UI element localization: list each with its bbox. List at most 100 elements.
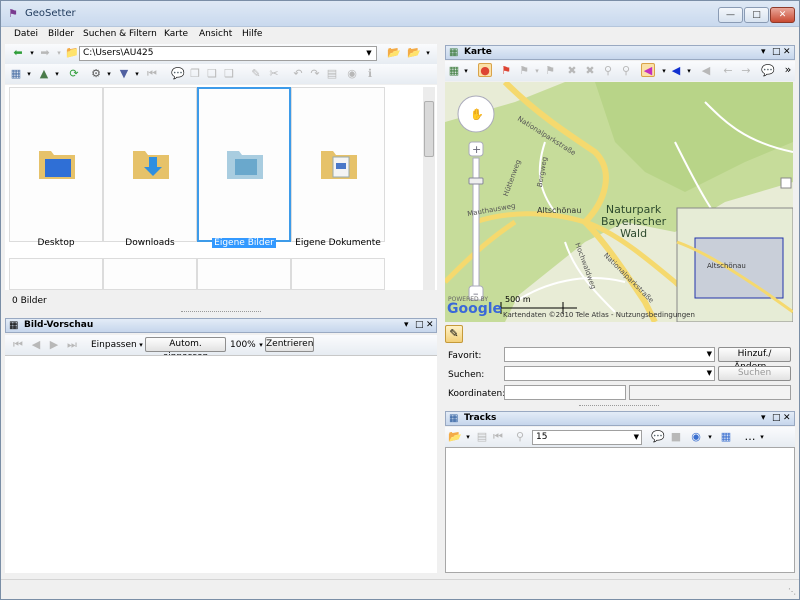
menu-bilder[interactable]: Bilder xyxy=(48,29,74,39)
folder-up-icon[interactable]: 📁 xyxy=(65,46,79,60)
float-panel-icon[interactable]: □ xyxy=(772,412,781,425)
delete-all-markers-icon[interactable]: ✖ xyxy=(583,64,597,78)
set-position-dropdown-icon[interactable]: ▾ xyxy=(530,64,544,78)
folder-tile-empty[interactable] xyxy=(291,258,385,290)
pin-dropdown-icon[interactable]: ▾ xyxy=(761,412,766,425)
coordinates-field[interactable] xyxy=(504,385,626,400)
map-copyright[interactable]: Kartendaten ©2010 Tele Atlas - Nutzungsb… xyxy=(503,311,695,319)
zoom-fit-icon[interactable]: ⚲ xyxy=(619,64,633,78)
folder-tile-downloads[interactable] xyxy=(103,87,197,242)
menu-karte[interactable]: Karte xyxy=(164,29,188,39)
redo-icon[interactable]: ↷ xyxy=(308,67,322,81)
map-type-dropdown-icon[interactable]: ▾ xyxy=(459,64,473,78)
track-more-dropdown-icon[interactable]: ▾ xyxy=(755,430,769,444)
chevron-down-icon[interactable]: ▼ xyxy=(707,367,712,380)
view-mode-icon[interactable]: ▦ xyxy=(9,67,23,81)
close-panel-icon[interactable]: ✕ xyxy=(783,46,791,59)
vertical-scrollbar[interactable] xyxy=(423,87,435,290)
pin-dropdown-icon[interactable]: ▾ xyxy=(761,46,766,59)
comment-icon[interactable]: 💬 xyxy=(171,67,185,81)
folder-tile-desktop[interactable] xyxy=(9,87,103,242)
sort-icon[interactable]: ▲ xyxy=(37,67,51,81)
zoom-to-marker-icon[interactable]: ⚲ xyxy=(601,64,615,78)
folder-tile-eigene-bilder[interactable] xyxy=(197,87,291,242)
edit-icon[interactable]: ✎ xyxy=(249,67,263,81)
delete-marker-icon[interactable]: ✖ xyxy=(565,64,579,78)
skip-icon[interactable]: ⏮ xyxy=(145,67,159,81)
back-icon[interactable]: ⬅ xyxy=(11,46,25,60)
set-all-positions-icon[interactable]: ⚑ xyxy=(517,64,531,78)
filter-icon[interactable]: ▼ xyxy=(117,67,131,81)
folder-tile-empty[interactable] xyxy=(197,258,291,290)
menu-hilfe[interactable]: Hilfe xyxy=(242,29,262,39)
last-image-icon[interactable]: ⏭ xyxy=(65,338,79,352)
close-button[interactable]: ✕ xyxy=(770,7,795,23)
chevron-down-icon[interactable]: ▼ xyxy=(634,431,639,444)
folder-tile-empty[interactable] xyxy=(9,258,103,290)
track-skip-icon[interactable]: ⏮ xyxy=(491,430,505,444)
chevron-down-icon[interactable]: ▼ xyxy=(363,47,375,60)
close-panel-icon[interactable]: ✕ xyxy=(783,412,791,425)
zoom-slider-thumb[interactable] xyxy=(468,177,484,185)
chevron-down-icon[interactable]: ▼ xyxy=(707,348,712,361)
track-color-icon[interactable]: ◉ xyxy=(689,430,703,444)
float-panel-icon[interactable]: □ xyxy=(415,319,424,332)
menu-datei[interactable]: Datei xyxy=(14,29,38,39)
cut-icon[interactable]: ✂ xyxy=(267,67,281,81)
copy-icon[interactable]: ❐ xyxy=(188,67,202,81)
resize-grip-icon[interactable]: ⋱ xyxy=(788,587,798,597)
splitter-grip[interactable] xyxy=(181,311,261,314)
paste-icon[interactable]: ❑ xyxy=(205,67,219,81)
direction-gray-icon[interactable]: ◀ xyxy=(699,64,713,78)
arrow-right-icon[interactable]: → xyxy=(739,64,753,78)
paste-special-icon[interactable]: ❑ xyxy=(222,67,236,81)
filter-dropdown-icon[interactable]: ▾ xyxy=(130,67,144,81)
set-position-icon[interactable]: ⚑ xyxy=(499,64,513,78)
direction-blue-icon[interactable]: ◀ xyxy=(669,64,683,78)
zoom-slider[interactable] xyxy=(472,157,480,287)
next-image-icon[interactable]: ▶ xyxy=(47,338,61,352)
address-field[interactable]: C:\Users\AU425 ▼ xyxy=(79,46,377,61)
remove-position-icon[interactable]: ⚑ xyxy=(543,64,557,78)
undo-icon[interactable]: ↶ xyxy=(291,67,305,81)
favorite-select[interactable]: ▼ xyxy=(504,347,715,362)
refresh-icon[interactable]: ⟳ xyxy=(67,67,81,81)
binoculars-dropdown-icon[interactable]: ▾ xyxy=(102,67,116,81)
back-dropdown-icon[interactable]: ▾ xyxy=(25,46,39,60)
save-icon[interactable]: ▤ xyxy=(325,67,339,81)
track-value-select[interactable]: 15 ▼ xyxy=(532,430,642,445)
track-layout-icon[interactable]: ▦ xyxy=(719,430,733,444)
tooltip-icon[interactable]: 💬 xyxy=(761,64,775,78)
scrollbar-thumb[interactable] xyxy=(424,101,434,157)
float-panel-icon[interactable]: □ xyxy=(772,46,781,59)
info-icon[interactable]: ℹ xyxy=(363,67,377,81)
center-button[interactable]: Zentrieren xyxy=(265,337,314,352)
track-stop-icon[interactable]: ■ xyxy=(669,430,683,444)
open-track-dropdown-icon[interactable]: ▾ xyxy=(461,430,475,444)
direction-blue-dropdown-icon[interactable]: ▾ xyxy=(682,64,696,78)
close-panel-icon[interactable]: ✕ xyxy=(426,319,434,332)
first-image-icon[interactable]: ⏮ xyxy=(11,338,25,352)
track-tooltip-icon[interactable]: 💬 xyxy=(651,430,665,444)
splitter-grip[interactable] xyxy=(579,405,659,408)
track-color-dropdown-icon[interactable]: ▾ xyxy=(703,430,717,444)
sort-dropdown-icon[interactable]: ▾ xyxy=(50,67,64,81)
folder-tile-eigene-dokumente[interactable] xyxy=(291,87,385,242)
pin-dropdown-icon[interactable]: ▾ xyxy=(404,319,409,332)
binoculars-icon[interactable]: ⚙ xyxy=(89,67,103,81)
globe-icon[interactable]: ◉ xyxy=(345,67,359,81)
menu-suchen-filtern[interactable]: Suchen & Filtern xyxy=(83,29,157,39)
track-search-icon[interactable]: ⚲ xyxy=(513,430,527,444)
maximize-button[interactable]: □ xyxy=(744,7,769,23)
folder-tile-empty[interactable] xyxy=(103,258,197,290)
minimize-button[interactable]: — xyxy=(718,7,743,23)
open-track-icon[interactable]: 📂 xyxy=(448,430,462,444)
search-input[interactable]: ▼ xyxy=(504,366,715,381)
menu-ansicht[interactable]: Ansicht xyxy=(199,29,232,39)
edit-location-button[interactable]: ✎ xyxy=(445,325,463,343)
arrow-left-icon[interactable]: ← xyxy=(721,64,735,78)
toolbar-overflow-icon[interactable]: » xyxy=(781,63,795,77)
auto-fit-button[interactable]: Autom. einpassen xyxy=(145,337,226,362)
overview-toggle-button[interactable] xyxy=(780,177,792,189)
map-canvas[interactable]: ✋ + – xyxy=(445,82,793,322)
